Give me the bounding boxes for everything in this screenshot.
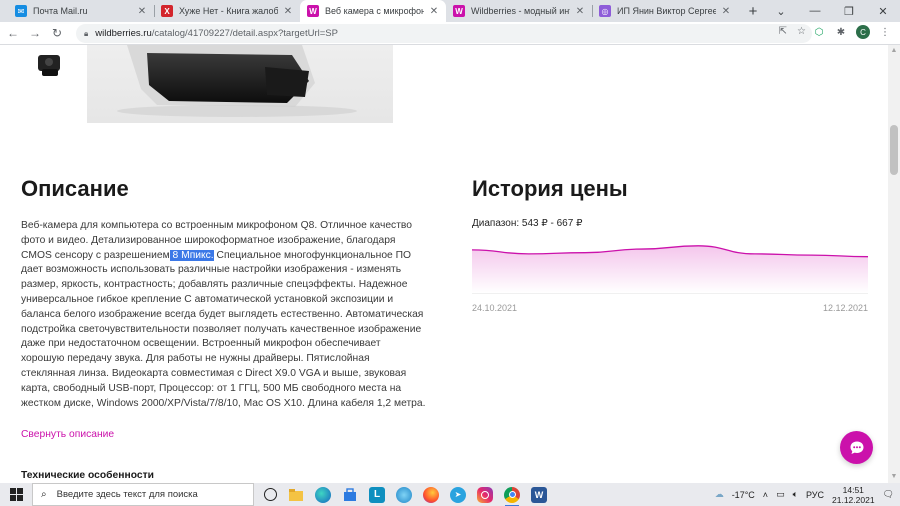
- back-button[interactable]: ←: [2, 22, 24, 44]
- network-icon[interactable]: ▭: [776, 489, 785, 500]
- task-view-icon[interactable]: [264, 488, 277, 501]
- product-photo[interactable]: [87, 45, 393, 123]
- tab-wildberries[interactable]: W Wildberries - модный интернет ✕: [446, 0, 592, 22]
- wildberries-favicon-icon: W: [307, 5, 319, 17]
- clock[interactable]: 14:51 21.12.2021: [832, 485, 875, 505]
- taskbar-apps: L ➤ W: [264, 486, 547, 506]
- tech-features-heading: Технические особенности: [21, 470, 154, 481]
- bookmark-star-icon[interactable]: ☆: [797, 26, 806, 37]
- start-button[interactable]: [0, 483, 32, 506]
- tab-title: Почта Mail.ru: [33, 6, 88, 16]
- page-viewport: Описание История цены Веб-камера для ком…: [0, 45, 888, 483]
- reload-button[interactable]: ↻: [46, 22, 68, 44]
- close-tab-icon[interactable]: ✕: [136, 6, 148, 17]
- word-icon[interactable]: W: [531, 486, 547, 503]
- selected-text: 8 Мпикс.: [169, 249, 214, 261]
- weather-icon[interactable]: ☁: [715, 489, 724, 500]
- description-heading: Описание: [21, 176, 129, 201]
- price-history-heading: История цены: [472, 176, 628, 201]
- mail-favicon-icon: ✉: [15, 5, 27, 17]
- file-explorer-icon[interactable]: [288, 487, 304, 503]
- telegram-icon[interactable]: ➤: [450, 486, 466, 503]
- price-range-label: Диапазон: 543 ₽ - 667 ₽: [472, 218, 583, 229]
- description-text: Веб-камера для компьютера со встроенным …: [21, 219, 426, 411]
- x-tick-label: 12.12.2021: [823, 303, 868, 313]
- language-indicator[interactable]: РУС: [806, 490, 824, 500]
- taskbar-search[interactable]: ⌕ Введите здесь текст для поиска: [32, 483, 254, 506]
- lock-icon[interactable]: 🔒︎: [84, 29, 88, 39]
- windows-taskbar: ⌕ Введите здесь текст для поиска L ➤ W ☁…: [0, 483, 900, 506]
- system-tray: ☁ -17°C ˄ ▭ 🔈︎ РУС 14:51 21.12.2021 🗨︎: [715, 483, 900, 506]
- scroll-up-icon[interactable]: ▲: [888, 45, 900, 57]
- url-path: /catalog/41709227/detail.aspx?targetUrl=…: [151, 28, 338, 39]
- puzzle-extensions-icon[interactable]: ✱: [834, 25, 848, 39]
- tab-title: Хуже Нет - Книга жалоб, Отзывы: [179, 6, 278, 16]
- url-host: wildberries.ru: [95, 28, 152, 39]
- extensions-bar: ⬡ ✱ C ⋮: [812, 25, 892, 39]
- huzhe-net-favicon-icon: X: [161, 5, 173, 17]
- page-scrollbar[interactable]: ▲ ▼: [888, 45, 900, 483]
- wildberries-favicon-icon: W: [453, 5, 465, 17]
- price-area: [472, 245, 868, 293]
- tab-webcam[interactable]: W Веб камера с микрофоном ✕: [300, 0, 446, 22]
- close-tab-icon[interactable]: ✕: [282, 6, 294, 17]
- clock-date: 21.12.2021: [832, 494, 875, 505]
- address-bar[interactable]: 🔒︎ wildberries.ru/catalog/41709227/detai…: [76, 24, 812, 43]
- store-icon[interactable]: [342, 487, 358, 503]
- temperature[interactable]: -17°C: [732, 490, 755, 500]
- tab-mail[interactable]: ✉ Почта Mail.ru ✕: [8, 0, 154, 22]
- close-tab-icon[interactable]: ✕: [574, 6, 586, 17]
- instagram-icon[interactable]: [477, 486, 493, 503]
- price-history-chart[interactable]: 24.10.2021 12.12.2021: [472, 241, 868, 317]
- seller-favicon-icon: ◎: [599, 5, 611, 17]
- close-tab-icon[interactable]: ✕: [720, 6, 732, 17]
- description-text-after: Специальное многофункциональное ПО дает …: [21, 249, 426, 409]
- tab-title: ИП Янин Виктор Сергеевич: [617, 6, 716, 16]
- notifications-icon[interactable]: 🗨︎: [883, 489, 894, 500]
- x-tick-label: 24.10.2021: [472, 303, 517, 313]
- chrome-icon[interactable]: [504, 486, 520, 506]
- chat-bubble-icon: [850, 441, 863, 454]
- tray-overflow-icon[interactable]: ˄: [763, 490, 768, 500]
- extension-icon[interactable]: ⬡: [812, 25, 826, 39]
- globe-app-icon[interactable]: [396, 486, 412, 503]
- firefox-icon[interactable]: [423, 486, 439, 503]
- chat-button[interactable]: [840, 431, 873, 464]
- tab-search-icon[interactable]: ⌄: [764, 0, 798, 22]
- profile-avatar[interactable]: C: [856, 25, 870, 39]
- search-icon: ⌕: [41, 489, 47, 500]
- collapse-description-link[interactable]: Свернуть описание: [21, 429, 114, 440]
- tab-title: Wildberries - модный интернет: [471, 6, 570, 16]
- close-tab-icon[interactable]: ✕: [428, 6, 440, 17]
- close-window-button[interactable]: ✕: [866, 0, 900, 22]
- browser-toolbar: ← → ↻ 🔒︎ wildberries.ru/catalog/41709227…: [0, 22, 900, 45]
- share-icon[interactable]: ⇱: [779, 26, 787, 37]
- tab-ip-yanin[interactable]: ◎ ИП Янин Виктор Сергеевич ✕: [592, 0, 738, 22]
- clock-time: 14:51: [842, 484, 864, 495]
- menu-kebab-icon[interactable]: ⋮: [878, 25, 892, 39]
- new-tab-button[interactable]: +: [742, 0, 764, 22]
- taskbar-search-placeholder: Введите здесь текст для поиска: [56, 489, 198, 500]
- scroll-down-icon[interactable]: ▼: [888, 471, 900, 483]
- windows-logo-icon: [9, 488, 23, 501]
- tab-huzhe-net[interactable]: X Хуже Нет - Книга жалоб, Отзывы ✕: [154, 0, 300, 22]
- maximize-button[interactable]: ❐: [832, 0, 866, 22]
- l-app-icon[interactable]: L: [369, 486, 385, 503]
- scrollbar-thumb[interactable]: [890, 125, 898, 175]
- tab-title: Веб камера с микрофоном: [325, 6, 424, 16]
- window-controls: ⌄ — ❐ ✕: [764, 0, 900, 22]
- volume-icon[interactable]: 🔈︎: [793, 489, 798, 500]
- forward-button[interactable]: →: [24, 22, 46, 44]
- product-thumbnail[interactable]: [24, 45, 64, 81]
- edge-icon[interactable]: [315, 486, 331, 503]
- minimize-button[interactable]: —: [798, 0, 832, 22]
